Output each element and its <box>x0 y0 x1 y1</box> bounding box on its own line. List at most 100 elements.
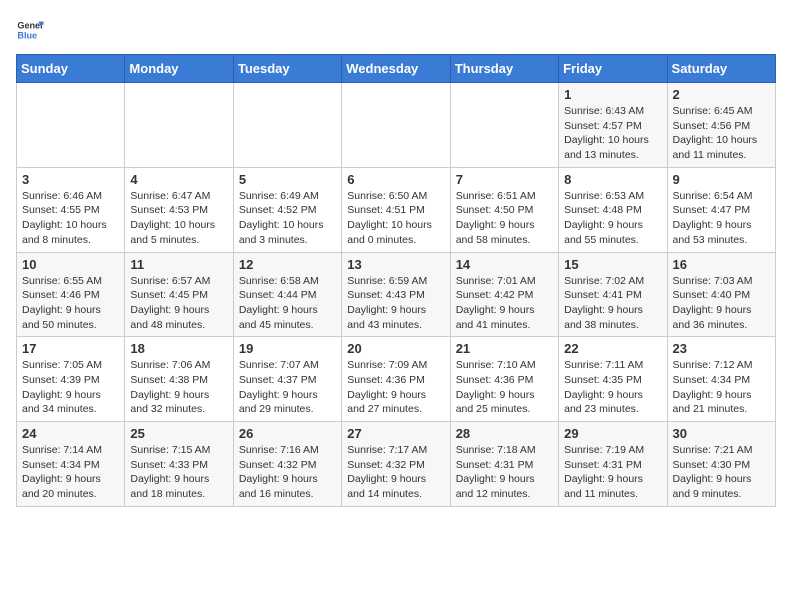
weekday-header-thursday: Thursday <box>450 55 558 83</box>
day-info: Sunrise: 6:57 AM Sunset: 4:45 PM Dayligh… <box>130 274 227 333</box>
day-number: 22 <box>564 341 661 356</box>
calendar-cell: 3 Sunrise: 6:46 AM Sunset: 4:55 PM Daylig… <box>17 167 125 252</box>
day-info: Sunrise: 7:15 AM Sunset: 4:33 PM Dayligh… <box>130 443 227 502</box>
day-number: 14 <box>456 257 553 272</box>
weekday-header-row: SundayMondayTuesdayWednesdayThursdayFrid… <box>17 55 776 83</box>
calendar-cell: 14 Sunrise: 7:01 AM Sunset: 4:42 PM Dayli… <box>450 252 558 337</box>
day-info: Sunrise: 7:01 AM Sunset: 4:42 PM Dayligh… <box>456 274 553 333</box>
day-info: Sunrise: 6:46 AM Sunset: 4:55 PM Dayligh… <box>22 189 119 248</box>
calendar-body: 1 Sunrise: 6:43 AM Sunset: 4:57 PM Daylig… <box>17 83 776 507</box>
day-info: Sunrise: 6:49 AM Sunset: 4:52 PM Dayligh… <box>239 189 336 248</box>
calendar-cell: 15Sunrise: 7:02 AM Sunset: 4:41 PM Dayli… <box>559 252 667 337</box>
day-number: 1 <box>564 87 661 102</box>
day-info: Sunrise: 7:12 AM Sunset: 4:34 PM Dayligh… <box>673 358 770 417</box>
day-info: Sunrise: 7:19 AM Sunset: 4:31 PM Dayligh… <box>564 443 661 502</box>
week-row-1: 3 Sunrise: 6:46 AM Sunset: 4:55 PM Daylig… <box>17 167 776 252</box>
day-info: Sunrise: 7:05 AM Sunset: 4:39 PM Dayligh… <box>22 358 119 417</box>
calendar-cell: 6 Sunrise: 6:50 AM Sunset: 4:51 PM Daylig… <box>342 167 450 252</box>
weekday-header-tuesday: Tuesday <box>233 55 341 83</box>
calendar-cell: 24Sunrise: 7:14 AM Sunset: 4:34 PM Dayli… <box>17 422 125 507</box>
day-info: Sunrise: 6:58 AM Sunset: 4:44 PM Dayligh… <box>239 274 336 333</box>
calendar-cell: 12 Sunrise: 6:58 AM Sunset: 4:44 PM Dayli… <box>233 252 341 337</box>
calendar-cell: 25 Sunrise: 7:15 AM Sunset: 4:33 PM Dayli… <box>125 422 233 507</box>
calendar-cell: 22 Sunrise: 7:11 AM Sunset: 4:35 PM Dayli… <box>559 337 667 422</box>
day-number: 15 <box>564 257 661 272</box>
day-number: 10 <box>22 257 119 272</box>
day-info: Sunrise: 7:10 AM Sunset: 4:36 PM Dayligh… <box>456 358 553 417</box>
day-number: 30 <box>673 426 770 441</box>
day-number: 4 <box>130 172 227 187</box>
calendar-cell <box>450 83 558 168</box>
calendar-cell: 29 Sunrise: 7:19 AM Sunset: 4:31 PM Dayli… <box>559 422 667 507</box>
calendar-cell <box>233 83 341 168</box>
calendar-cell: 16 Sunrise: 7:03 AM Sunset: 4:40 PM Dayli… <box>667 252 775 337</box>
day-number: 25 <box>130 426 227 441</box>
logo-icon: General Blue <box>16 16 44 44</box>
day-number: 18 <box>130 341 227 356</box>
calendar-cell: 8 Sunrise: 6:53 AM Sunset: 4:48 PM Daylig… <box>559 167 667 252</box>
week-row-0: 1 Sunrise: 6:43 AM Sunset: 4:57 PM Daylig… <box>17 83 776 168</box>
header: General Blue <box>16 16 776 44</box>
calendar-table: SundayMondayTuesdayWednesdayThursdayFrid… <box>16 54 776 507</box>
day-number: 7 <box>456 172 553 187</box>
day-number: 5 <box>239 172 336 187</box>
day-number: 19 <box>239 341 336 356</box>
day-info: Sunrise: 6:59 AM Sunset: 4:43 PM Dayligh… <box>347 274 444 333</box>
day-number: 26 <box>239 426 336 441</box>
day-info: Sunrise: 7:21 AM Sunset: 4:30 PM Dayligh… <box>673 443 770 502</box>
day-info: Sunrise: 7:16 AM Sunset: 4:32 PM Dayligh… <box>239 443 336 502</box>
day-number: 29 <box>564 426 661 441</box>
day-info: Sunrise: 6:45 AM Sunset: 4:56 PM Dayligh… <box>673 104 770 163</box>
calendar-cell: 27 Sunrise: 7:17 AM Sunset: 4:32 PM Dayli… <box>342 422 450 507</box>
calendar-cell: 9 Sunrise: 6:54 AM Sunset: 4:47 PM Daylig… <box>667 167 775 252</box>
calendar-cell: 13 Sunrise: 6:59 AM Sunset: 4:43 PM Dayli… <box>342 252 450 337</box>
calendar-cell: 7 Sunrise: 6:51 AM Sunset: 4:50 PM Daylig… <box>450 167 558 252</box>
day-info: Sunrise: 6:43 AM Sunset: 4:57 PM Dayligh… <box>564 104 661 163</box>
weekday-header-sunday: Sunday <box>17 55 125 83</box>
calendar-cell: 28Sunrise: 7:18 AM Sunset: 4:31 PM Dayli… <box>450 422 558 507</box>
calendar-cell: 19 Sunrise: 7:07 AM Sunset: 4:37 PM Dayli… <box>233 337 341 422</box>
day-number: 21 <box>456 341 553 356</box>
calendar-cell: 5 Sunrise: 6:49 AM Sunset: 4:52 PM Daylig… <box>233 167 341 252</box>
calendar-cell <box>125 83 233 168</box>
calendar-cell <box>17 83 125 168</box>
day-info: Sunrise: 7:03 AM Sunset: 4:40 PM Dayligh… <box>673 274 770 333</box>
day-info: Sunrise: 6:51 AM Sunset: 4:50 PM Dayligh… <box>456 189 553 248</box>
weekday-header-saturday: Saturday <box>667 55 775 83</box>
calendar-cell: 11 Sunrise: 6:57 AM Sunset: 4:45 PM Dayli… <box>125 252 233 337</box>
calendar-cell: 26 Sunrise: 7:16 AM Sunset: 4:32 PM Dayli… <box>233 422 341 507</box>
day-number: 12 <box>239 257 336 272</box>
day-info: Sunrise: 6:53 AM Sunset: 4:48 PM Dayligh… <box>564 189 661 248</box>
day-info: Sunrise: 7:18 AM Sunset: 4:31 PM Dayligh… <box>456 443 553 502</box>
day-number: 11 <box>130 257 227 272</box>
svg-text:Blue: Blue <box>17 30 37 40</box>
day-info: Sunrise: 6:54 AM Sunset: 4:47 PM Dayligh… <box>673 189 770 248</box>
day-number: 16 <box>673 257 770 272</box>
day-number: 17 <box>22 341 119 356</box>
day-number: 13 <box>347 257 444 272</box>
day-info: Sunrise: 7:14 AM Sunset: 4:34 PM Dayligh… <box>22 443 119 502</box>
calendar-cell: 21 Sunrise: 7:10 AM Sunset: 4:36 PM Dayli… <box>450 337 558 422</box>
week-row-4: 24Sunrise: 7:14 AM Sunset: 4:34 PM Dayli… <box>17 422 776 507</box>
logo: General Blue <box>16 16 44 44</box>
day-info: Sunrise: 7:07 AM Sunset: 4:37 PM Dayligh… <box>239 358 336 417</box>
day-info: Sunrise: 7:06 AM Sunset: 4:38 PM Dayligh… <box>130 358 227 417</box>
day-number: 23 <box>673 341 770 356</box>
day-number: 9 <box>673 172 770 187</box>
calendar-cell: 17 Sunrise: 7:05 AM Sunset: 4:39 PM Dayli… <box>17 337 125 422</box>
day-number: 27 <box>347 426 444 441</box>
day-info: Sunrise: 7:09 AM Sunset: 4:36 PM Dayligh… <box>347 358 444 417</box>
day-info: Sunrise: 7:17 AM Sunset: 4:32 PM Dayligh… <box>347 443 444 502</box>
day-number: 3 <box>22 172 119 187</box>
day-info: Sunrise: 6:55 AM Sunset: 4:46 PM Dayligh… <box>22 274 119 333</box>
day-info: Sunrise: 7:11 AM Sunset: 4:35 PM Dayligh… <box>564 358 661 417</box>
day-number: 20 <box>347 341 444 356</box>
day-number: 8 <box>564 172 661 187</box>
calendar-cell: 2Sunrise: 6:45 AM Sunset: 4:56 PM Daylig… <box>667 83 775 168</box>
calendar-cell: 4Sunrise: 6:47 AM Sunset: 4:53 PM Daylig… <box>125 167 233 252</box>
week-row-3: 17 Sunrise: 7:05 AM Sunset: 4:39 PM Dayli… <box>17 337 776 422</box>
calendar-cell: 10 Sunrise: 6:55 AM Sunset: 4:46 PM Dayli… <box>17 252 125 337</box>
calendar-cell: 20 Sunrise: 7:09 AM Sunset: 4:36 PM Dayli… <box>342 337 450 422</box>
day-info: Sunrise: 6:50 AM Sunset: 4:51 PM Dayligh… <box>347 189 444 248</box>
day-number: 6 <box>347 172 444 187</box>
